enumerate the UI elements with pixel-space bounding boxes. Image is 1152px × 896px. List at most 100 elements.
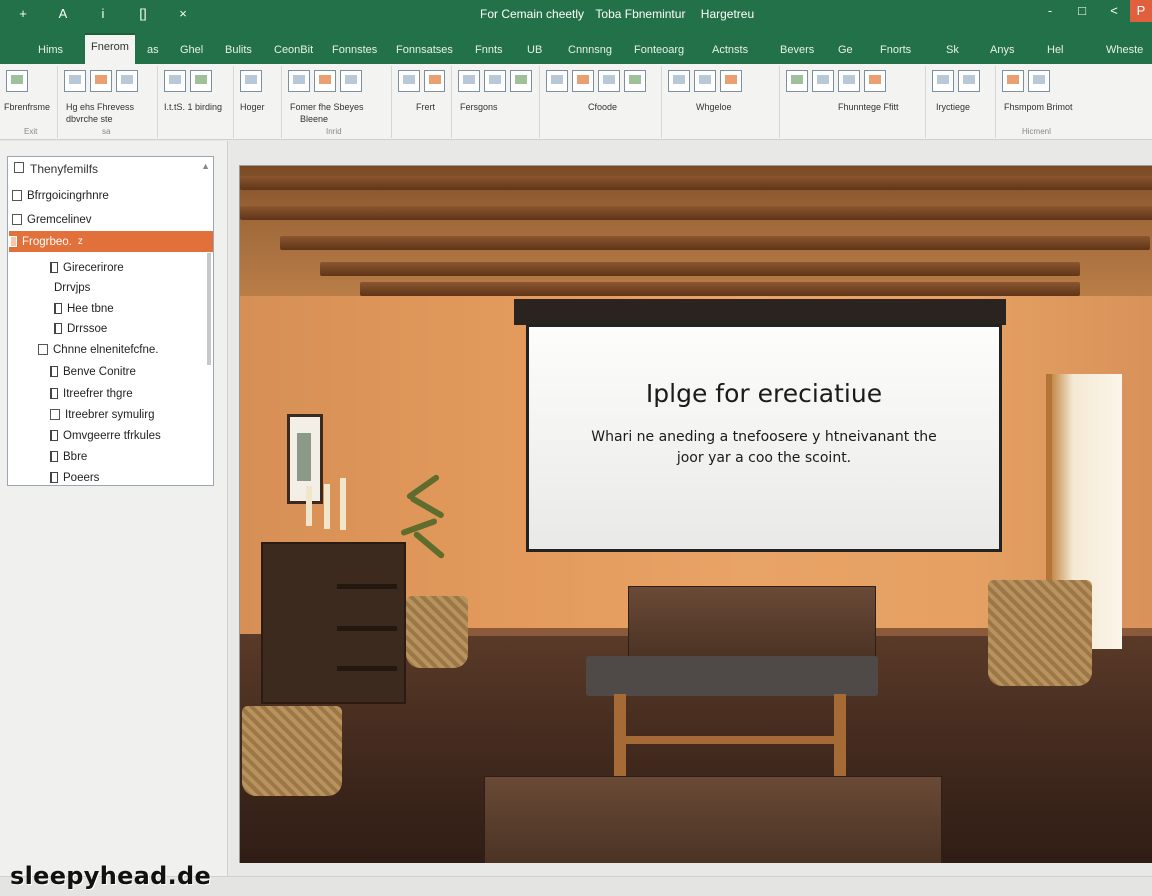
- transition-icon-3[interactable]: [720, 70, 742, 92]
- ribbon-group-10-label[interactable]: Whgeloe: [696, 102, 732, 112]
- page-icon[interactable]: [50, 430, 58, 441]
- tab-17[interactable]: Sk: [946, 44, 959, 56]
- tab-20[interactable]: Wheste: [1106, 44, 1143, 56]
- grid-icon[interactable]: [484, 70, 506, 92]
- ribbon-group-11-label[interactable]: Fhunntege Ffitt: [838, 102, 899, 112]
- view-icon-2[interactable]: [1028, 70, 1050, 92]
- ribbon-group-12-label[interactable]: Iryctiege: [936, 102, 970, 112]
- animation-icon-2[interactable]: [812, 70, 834, 92]
- tree-item[interactable]: Benve Conitre: [50, 361, 136, 382]
- page-icon[interactable]: [54, 303, 62, 314]
- tab-3[interactable]: as: [147, 44, 159, 56]
- save-icon[interactable]: []: [134, 6, 152, 21]
- checkbox-icon[interactable]: [12, 214, 22, 225]
- ribbon-group-9-label[interactable]: Cfoode: [588, 102, 617, 112]
- table-icon[interactable]: [164, 70, 186, 92]
- tab-18[interactable]: Anys: [990, 44, 1014, 56]
- shapes-icon[interactable]: [64, 70, 86, 92]
- picture-icon[interactable]: [90, 70, 112, 92]
- ribbon-group-7-label[interactable]: Frert: [416, 102, 435, 112]
- review-icon-2[interactable]: [958, 70, 980, 92]
- tree-item[interactable]: Bfrrgoicingrhnre: [12, 185, 109, 206]
- ribbon-group-13-label[interactable]: Fhsmpom Brimot: [1004, 102, 1073, 112]
- tree-header-checkbox[interactable]: [14, 162, 24, 173]
- textbox-icon[interactable]: [288, 70, 310, 92]
- tree-item[interactable]: Chnne elnenitefcfne.: [38, 339, 159, 360]
- tab-15[interactable]: Ge: [838, 44, 853, 56]
- page-icon[interactable]: [54, 323, 62, 334]
- page-icon[interactable]: [50, 262, 58, 273]
- scroll-up-icon[interactable]: ▲: [201, 161, 210, 171]
- tree-scrollbar[interactable]: [207, 253, 211, 365]
- page-icon[interactable]: [50, 472, 58, 483]
- header-icon[interactable]: [314, 70, 336, 92]
- tree-item[interactable]: Bbre: [50, 446, 87, 467]
- design-icon-1[interactable]: [546, 70, 568, 92]
- animation-icon-4[interactable]: [864, 70, 886, 92]
- format-icon[interactable]: [6, 70, 28, 92]
- tab-2-active[interactable]: Fnerom: [85, 33, 135, 64]
- tab-7[interactable]: Fonnstes: [332, 44, 377, 56]
- section-icon[interactable]: [510, 70, 532, 92]
- tree-item[interactable]: Drrssoe: [54, 318, 107, 339]
- ribbon-group-2-label[interactable]: Hg ehs Fhrevess: [66, 102, 134, 112]
- close-button[interactable]: P: [1130, 0, 1152, 22]
- animation-icon-3[interactable]: [838, 70, 860, 92]
- layout-icon[interactable]: [458, 70, 480, 92]
- insert-icon[interactable]: [398, 70, 420, 92]
- maximize-button[interactable]: □: [1066, 0, 1098, 22]
- ribbon-group-3-label[interactable]: I.t.tS. 1 birding: [164, 102, 222, 112]
- page-icon[interactable]: [50, 388, 58, 399]
- video-icon[interactable]: [423, 70, 445, 92]
- ribbon-group-4-label[interactable]: Hoger: [240, 102, 265, 112]
- design-icon-4[interactable]: [624, 70, 646, 92]
- add-icon[interactable]: +: [14, 6, 32, 21]
- tree-item[interactable]: Omvgeerre tfrkules: [50, 425, 161, 446]
- tab-9[interactable]: Fnnts: [475, 44, 503, 56]
- tree-item[interactable]: Itreebrer symulirg: [50, 404, 154, 425]
- back-button[interactable]: <: [1098, 0, 1130, 22]
- ribbon-group-5-label2[interactable]: Bleene: [300, 114, 328, 124]
- review-icon-1[interactable]: [932, 70, 954, 92]
- tree-item[interactable]: Frogrbeo. z: [9, 231, 213, 252]
- tab-19[interactable]: Hel: [1047, 44, 1064, 56]
- tab-14[interactable]: Bevers: [780, 44, 814, 56]
- minimize-button[interactable]: -: [1034, 0, 1066, 22]
- slide-image[interactable]: Iplge for ereciatiue Whari ne aneding a …: [239, 165, 1152, 863]
- media-icon[interactable]: [116, 70, 138, 92]
- ribbon-group-5-label[interactable]: Fomer fhe Sbeyes: [290, 102, 364, 112]
- symbol-icon[interactable]: [340, 70, 362, 92]
- tab-10[interactable]: UB: [527, 44, 542, 56]
- close-doc-icon[interactable]: ×: [174, 6, 192, 21]
- checkbox-icon[interactable]: [50, 409, 60, 420]
- page-icon[interactable]: [50, 451, 58, 462]
- checkbox-icon[interactable]: [38, 344, 48, 355]
- tab-5[interactable]: Bulits: [225, 44, 252, 56]
- tab-12[interactable]: Fonteoarg: [634, 44, 684, 56]
- design-icon-3[interactable]: [598, 70, 620, 92]
- page-icon[interactable]: [9, 236, 17, 247]
- ribbon-group-1-label[interactable]: Fbrenfrsme: [4, 102, 50, 112]
- animation-icon-1[interactable]: [786, 70, 808, 92]
- ribbon-group-8-label[interactable]: Fersgons: [460, 102, 498, 112]
- tab-13[interactable]: Actnsts: [712, 44, 748, 56]
- tree-item[interactable]: Gremcelinev: [12, 209, 92, 230]
- info-icon[interactable]: i: [94, 6, 112, 21]
- link-icon[interactable]: [240, 70, 262, 92]
- transition-icon-2[interactable]: [694, 70, 716, 92]
- page-icon[interactable]: [50, 366, 58, 377]
- design-icon-2[interactable]: [572, 70, 594, 92]
- tree-item[interactable]: Poeers: [50, 467, 99, 485]
- tab-1[interactable]: Hims: [38, 44, 63, 56]
- tab-6[interactable]: CeonBit: [274, 44, 313, 56]
- chart-icon[interactable]: [190, 70, 212, 92]
- tab-4[interactable]: Ghel: [180, 44, 203, 56]
- checkbox-icon[interactable]: [12, 190, 22, 201]
- transition-icon-1[interactable]: [668, 70, 690, 92]
- tab-16[interactable]: Fnorts: [880, 44, 911, 56]
- tree-item[interactable]: Itreefrer thgre: [50, 383, 133, 404]
- tab-8[interactable]: Fonnsatses: [396, 44, 453, 56]
- tree-item[interactable]: Girecerirore: [50, 257, 124, 278]
- tree-item[interactable]: Hee tbne: [54, 298, 114, 319]
- ribbon-group-2-label2[interactable]: dbvrche ste: [66, 114, 113, 124]
